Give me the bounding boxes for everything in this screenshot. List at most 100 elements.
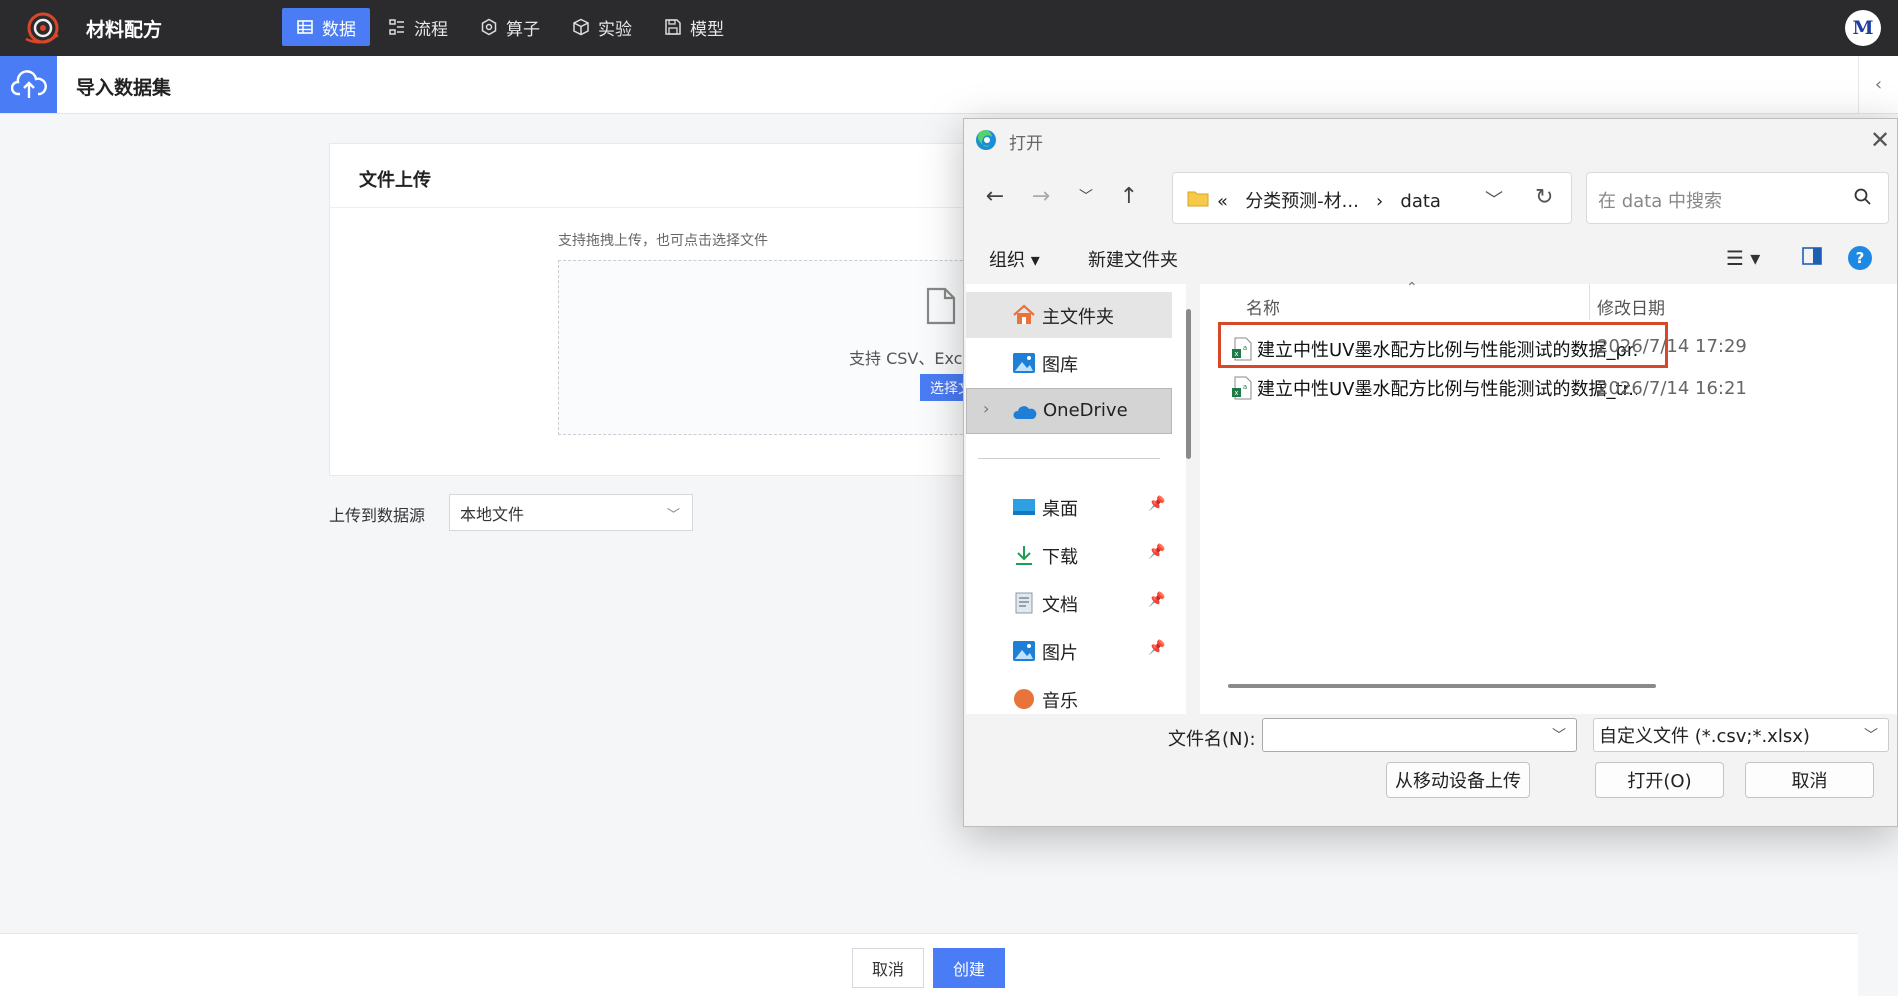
- file-date: 2026/7/14 16:21: [1597, 378, 1747, 399]
- pin-icon[interactable]: 📌: [1148, 496, 1165, 512]
- open-button[interactable]: 打开(O): [1595, 762, 1724, 798]
- file-name: 建立中性UV墨水配方比例与性能测试的数据_tr...: [1257, 379, 1637, 400]
- nav-pictures[interactable]: 图片 📌: [966, 628, 1172, 674]
- nav-downloads[interactable]: 下载 📌: [966, 532, 1172, 578]
- home-icon: [1013, 304, 1035, 324]
- upload-hint: 支持拖拽上传，也可点击选择文件: [558, 233, 768, 249]
- user-avatar[interactable]: M: [1845, 10, 1881, 46]
- breadcrumb-separator: ›: [1376, 191, 1384, 212]
- address-dropdown-icon[interactable]: ﹀: [1485, 186, 1503, 212]
- nav-operator[interactable]: 算子: [466, 8, 554, 46]
- source-select[interactable]: 本地文件 ﹀: [449, 494, 693, 531]
- dialog-titlebar[interactable]: 打开 ✕: [964, 119, 1897, 161]
- filetype-value: 自定义文件 (*.csv;*.xlsx): [1599, 726, 1810, 747]
- desktop-icon: [1013, 499, 1035, 515]
- address-overflow[interactable]: «: [1217, 191, 1228, 212]
- operator-icon: [481, 18, 497, 36]
- column-divider[interactable]: [1589, 284, 1590, 320]
- svg-text:x: x: [1234, 350, 1238, 358]
- download-icon: [1016, 546, 1032, 565]
- top-bar: 材料配方 数据 流程 算子 实验 模型 M: [0, 0, 1898, 56]
- main-nav: 数据 流程 算子 实验 模型: [282, 8, 738, 46]
- dialog-cancel-button[interactable]: 取消: [1745, 762, 1874, 798]
- navigation-pane: 主文件夹 图库 › OneDrive 桌面 📌 下载 📌 文档 📌 图片 📌 音…: [966, 284, 1186, 714]
- filename-input[interactable]: ﹀: [1262, 718, 1577, 752]
- table-icon: [297, 20, 313, 34]
- nav-experiment-label: 实验: [598, 19, 632, 40]
- cancel-button[interactable]: 取消: [852, 948, 924, 988]
- nav-documents[interactable]: 文档 📌: [966, 580, 1172, 626]
- search-icon: [1854, 188, 1871, 205]
- upload-from-mobile-button[interactable]: 从移动设备上传: [1386, 762, 1530, 798]
- filetype-select[interactable]: 自定义文件 (*.csv;*.xlsx) ﹀: [1593, 718, 1889, 752]
- chevron-down-icon: ﹀: [1864, 728, 1878, 744]
- expand-chevron-icon[interactable]: ›: [983, 399, 989, 418]
- help-icon[interactable]: ?: [1848, 246, 1872, 270]
- nav-home[interactable]: 主文件夹: [966, 292, 1172, 338]
- nav-desktop[interactable]: 桌面 📌: [966, 484, 1172, 530]
- divider: [330, 207, 1028, 208]
- file-upload-card: 文件上传 支持拖拽上传，也可点击选择文件 支持 CSV、Exce 选择文件: [329, 143, 1038, 476]
- file-icon: [926, 287, 956, 325]
- nav-gallery-label: 图库: [1042, 355, 1078, 376]
- breadcrumb-parent[interactable]: 分类预测-材...: [1245, 191, 1359, 212]
- close-icon[interactable]: ✕: [1865, 125, 1895, 155]
- nav-flow[interactable]: 流程: [374, 8, 462, 46]
- nav-gallery[interactable]: 图库: [966, 340, 1172, 386]
- footer-bar: 取消 创建: [0, 933, 1858, 996]
- create-button[interactable]: 创建: [933, 948, 1005, 988]
- new-folder-button[interactable]: 新建文件夹: [1088, 246, 1178, 272]
- nav-model[interactable]: 模型: [650, 8, 738, 46]
- nav-downloads-label: 下载: [1042, 547, 1078, 568]
- filename-label: 文件名(N):: [1168, 729, 1256, 750]
- document-icon: [1015, 592, 1033, 614]
- back-arrow-icon[interactable]: ←: [978, 179, 1012, 213]
- sort-ascending-icon: ⌃: [1406, 280, 1418, 296]
- breadcrumb-current[interactable]: data: [1400, 191, 1441, 212]
- nav-pictures-label: 图片: [1042, 643, 1078, 664]
- forward-arrow-icon[interactable]: →: [1024, 179, 1058, 213]
- nav-desktop-label: 桌面: [1042, 499, 1078, 520]
- source-label: 上传到数据源: [329, 506, 426, 525]
- refresh-icon[interactable]: ↻: [1535, 185, 1553, 210]
- picture-icon: [1013, 641, 1035, 661]
- nav-data-label: 数据: [322, 19, 356, 40]
- nav-scrollbar[interactable]: [1186, 309, 1191, 459]
- cube-icon: [573, 18, 589, 36]
- up-arrow-icon[interactable]: ↑: [1112, 179, 1146, 213]
- nav-onedrive-label: OneDrive: [1043, 400, 1128, 421]
- view-options-icon[interactable]: ☰ ▾: [1726, 246, 1760, 270]
- address-bar[interactable]: « 分类预测-材... › data ﹀ ↻: [1172, 172, 1572, 224]
- nav-divider: [978, 458, 1160, 459]
- csv-file-icon: xa: [1232, 337, 1252, 361]
- collapse-panel-icon[interactable]: ‹: [1858, 56, 1898, 113]
- music-icon: [1014, 689, 1034, 709]
- nav-experiment[interactable]: 实验: [558, 8, 646, 46]
- nav-onedrive[interactable]: › OneDrive: [966, 388, 1172, 434]
- gallery-icon: [1013, 353, 1035, 373]
- recent-locations-chevron-icon[interactable]: ﹀: [1069, 179, 1103, 213]
- nav-data[interactable]: 数据: [282, 8, 370, 46]
- cloud-upload-icon: [0, 56, 57, 113]
- pin-icon[interactable]: 📌: [1148, 640, 1165, 656]
- chevron-down-icon: ﹀: [666, 508, 680, 523]
- pin-icon[interactable]: 📌: [1148, 544, 1165, 560]
- column-header-name[interactable]: 名称: [1246, 294, 1280, 319]
- edge-browser-icon: [976, 130, 996, 150]
- column-header-date[interactable]: 修改日期: [1597, 294, 1665, 319]
- pin-icon[interactable]: 📌: [1148, 592, 1165, 608]
- horizontal-scrollbar[interactable]: [1228, 684, 1656, 688]
- nav-operator-label: 算子: [506, 19, 540, 40]
- flow-icon: [389, 19, 404, 35]
- app-logo-icon[interactable]: [22, 11, 62, 45]
- dialog-title: 打开: [1009, 134, 1043, 154]
- nav-model-label: 模型: [690, 19, 724, 40]
- dropzone-text: 支持 CSV、Exce: [849, 349, 973, 368]
- organize-menu[interactable]: 组织 ▾: [989, 246, 1040, 272]
- page-header: 导入数据集 ‹: [0, 56, 1898, 114]
- search-box[interactable]: 在 data 中搜索: [1586, 172, 1889, 224]
- preview-pane-icon[interactable]: [1802, 247, 1822, 265]
- nav-music[interactable]: 音乐: [966, 676, 1172, 714]
- nav-flow-label: 流程: [414, 19, 448, 40]
- chevron-down-icon[interactable]: ﹀: [1552, 725, 1566, 745]
